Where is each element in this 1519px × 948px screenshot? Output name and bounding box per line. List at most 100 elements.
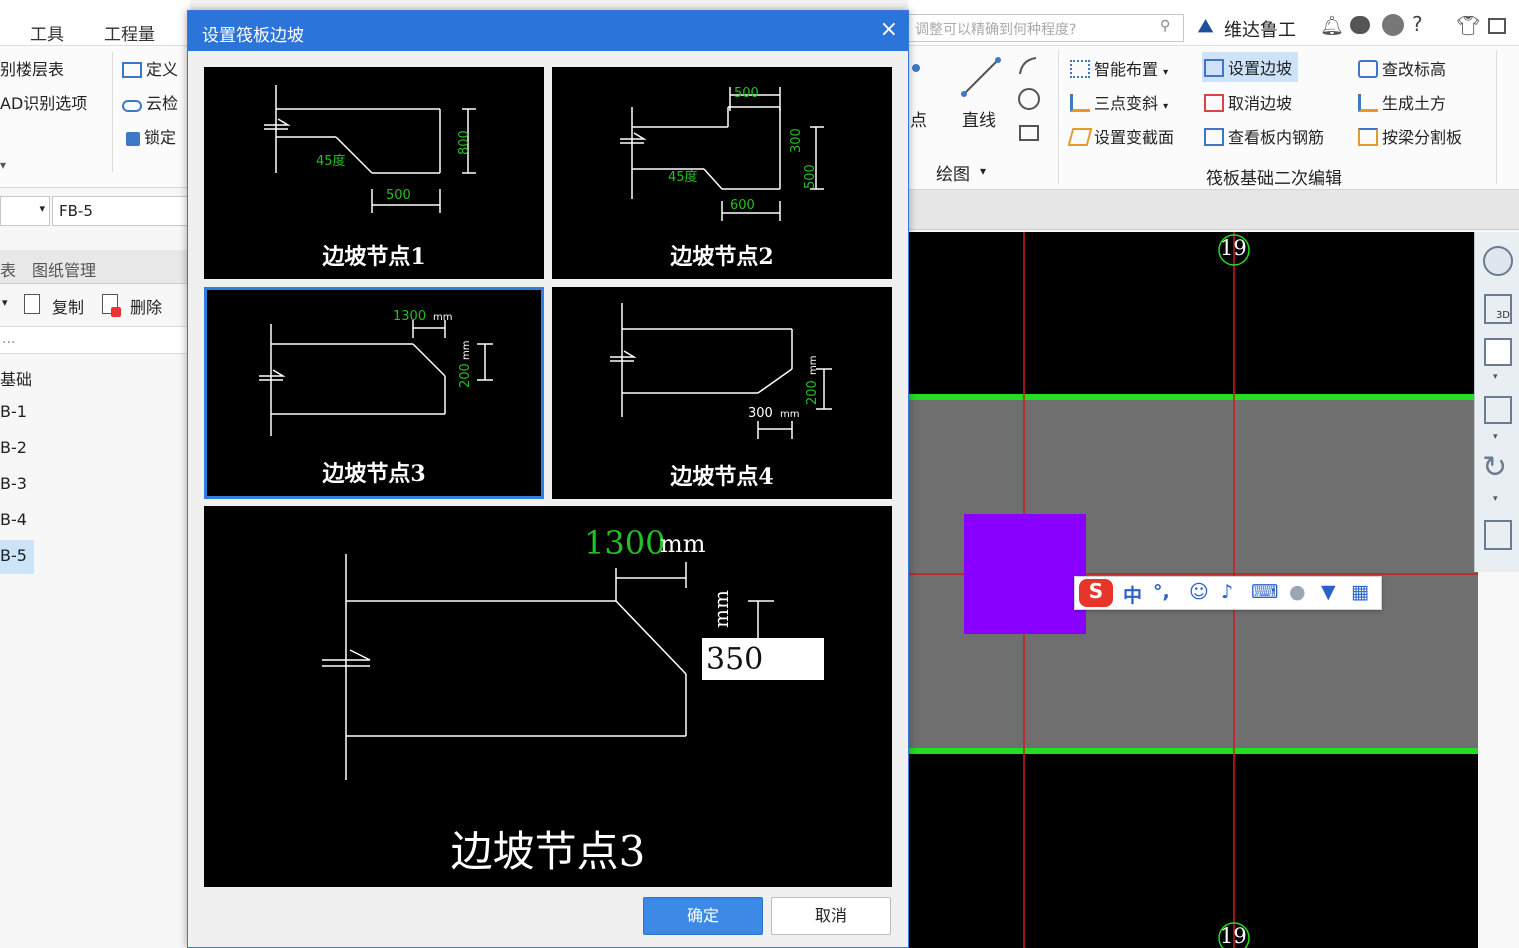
preview-width-unit: mm: [660, 530, 706, 558]
cancel-slope-button[interactable]: 取消边坡: [1204, 90, 1292, 114]
menu-tools[interactable]: 工具: [30, 20, 64, 45]
point-tool-icon: [912, 64, 920, 72]
ribbon-right: 点 直线 绘图 ▾ 智能布置 ▾ 三点变斜 ▾ 设置变截面 设置边坡 取消边坡 …: [908, 46, 1519, 190]
node-1-height-label: 800: [457, 130, 472, 155]
avatar-icon[interactable]: [1382, 14, 1404, 36]
rotate-icon[interactable]: ↻: [1482, 450, 1507, 485]
view-rebar-button[interactable]: 查看板内钢筋: [1204, 124, 1324, 148]
point-tool[interactable]: 点: [910, 106, 927, 131]
component-dropdown[interactable]: FB-5: [52, 196, 190, 226]
ime-skin-icon[interactable]: ▼: [1321, 581, 1336, 603]
lock-icon: [126, 132, 140, 146]
slope-height-input[interactable]: [702, 638, 824, 680]
floor-table-button[interactable]: 别楼层表: [0, 56, 64, 80]
slab-edge-top: [908, 394, 1478, 400]
node-4-height-unit: mm: [808, 356, 819, 375]
variable-section-label: 设置变截面: [1094, 128, 1175, 147]
cad-options-button[interactable]: AD识别选项: [0, 90, 87, 114]
tree-item-foundation[interactable]: 基础: [0, 360, 34, 394]
checklist-icon[interactable]: [1484, 520, 1512, 550]
close-icon[interactable]: ×: [880, 17, 898, 42]
three-point-slope-label: 三点变斜: [1094, 94, 1159, 113]
smart-layout-button[interactable]: 智能布置 ▾: [1070, 56, 1168, 80]
help-icon[interactable]: ?: [1412, 12, 1423, 36]
ime-emoji-icon[interactable]: ☺: [1189, 581, 1209, 603]
ime-user-icon[interactable]: ●: [1289, 581, 1306, 603]
arc-tools-icons[interactable]: [1016, 54, 1042, 144]
skin-shirt-icon[interactable]: 👕︎: [1456, 14, 1480, 37]
set-slope-button[interactable]: 设置边坡: [1202, 52, 1299, 82]
ime-voice-icon[interactable]: ♪: [1221, 581, 1233, 603]
node-4-width-unit: mm: [780, 409, 799, 420]
define-button[interactable]: 定义: [122, 56, 178, 80]
box-dropdown-arrow[interactable]: ▾: [1493, 432, 1498, 442]
left-app-panel: 工具 工程量 别楼层表 AD识别选项 定义 云检 锁定 ▾ ▾ FB-5 表 图…: [0, 0, 190, 948]
top-view-icon[interactable]: [1484, 338, 1512, 366]
ribbon-separator: [112, 52, 113, 172]
slope-node-1-option[interactable]: 800 45度 500 边坡节点1: [204, 67, 544, 279]
node-2-width-label: 600: [730, 198, 755, 213]
node-3-height-unit: mm: [461, 341, 472, 360]
smart-layout-icon: [1070, 60, 1090, 78]
tree-item-b5[interactable]: B-5: [0, 540, 34, 574]
view-3d-icon[interactable]: 3D: [1484, 294, 1512, 324]
type-dropdown[interactable]: ▾: [0, 196, 50, 226]
smart-layout-label: 智能布置: [1094, 60, 1159, 79]
copy-button[interactable]: 复制: [52, 294, 84, 318]
ok-button[interactable]: 确定: [643, 897, 763, 935]
chat-icon[interactable]: [1350, 16, 1370, 34]
cancel-slope-icon: [1204, 94, 1224, 112]
ime-punctuation-mode[interactable]: °,: [1153, 581, 1170, 603]
tree-item-b3[interactable]: B-3: [0, 468, 34, 502]
sogou-logo-icon[interactable]: S: [1079, 579, 1113, 607]
line-tool[interactable]: 直线: [962, 106, 996, 131]
orbit-icon[interactable]: [1483, 246, 1513, 276]
edit-elevation-button[interactable]: 查改标高: [1358, 56, 1446, 80]
three-point-slope-button[interactable]: 三点变斜 ▾: [1070, 90, 1168, 114]
node-2-angle-label: 45度: [668, 169, 698, 185]
ime-toolbar: S 中 °, ☺ ♪ ⌨ ● ▼ ▦: [1074, 576, 1382, 610]
tree-search-input[interactable]: ...: [0, 326, 190, 354]
delete-button[interactable]: 删除: [130, 294, 162, 318]
ribbon-left: 别楼层表 AD识别选项 定义 云检 锁定 ▾: [0, 46, 190, 188]
brand-logo-icon: ⛰: [1198, 16, 1214, 37]
tab-drawing-management[interactable]: 图纸管理: [32, 257, 96, 281]
purple-column-block: [964, 514, 1086, 634]
search-icon[interactable]: ⚲: [1160, 18, 1170, 34]
view-dropdown-arrow[interactable]: ▾: [1493, 372, 1498, 382]
restore-window-icon[interactable]: [1488, 18, 1506, 34]
brand-name[interactable]: 维达鲁工: [1224, 16, 1296, 42]
generate-earthwork-button[interactable]: 生成土方: [1358, 90, 1446, 114]
tree-item-b1[interactable]: B-1: [0, 396, 34, 430]
edit-elevation-label: 查改标高: [1382, 60, 1447, 79]
ime-tools-icon[interactable]: ▦: [1351, 581, 1369, 603]
view-tools-bar: 3D ▾ ▾ ↻ ▾: [1474, 232, 1519, 572]
tree-item-b2[interactable]: B-2: [0, 432, 34, 466]
menu-quantity[interactable]: 工程量: [104, 20, 155, 45]
box-view-icon[interactable]: [1484, 396, 1512, 424]
split-by-beam-label: 按梁分割板: [1382, 128, 1463, 147]
bell-icon[interactable]: 🔔︎: [1320, 14, 1344, 37]
variable-section-button[interactable]: 设置变截面: [1067, 124, 1175, 148]
new-dropdown-arrow[interactable]: ▾: [2, 296, 8, 309]
cancel-button[interactable]: 取消: [771, 897, 891, 935]
rotate-dropdown-arrow[interactable]: ▾: [1493, 494, 1498, 504]
ime-keyboard-icon[interactable]: ⌨: [1251, 581, 1278, 603]
split-by-beam-button[interactable]: 按梁分割板: [1358, 124, 1462, 148]
help-search-input[interactable]: 调整可以精确到何种程度?: [908, 14, 1184, 42]
cloud-check-button[interactable]: 云检: [122, 90, 178, 114]
slope-node-2-option[interactable]: 500 300 500 45度 600 边坡节点2: [552, 67, 892, 279]
draw-group-label[interactable]: 绘图: [936, 160, 970, 185]
slope-node-4-option[interactable]: 200 mm 300 mm 边坡节点4: [552, 287, 892, 499]
draw-group-arrow[interactable]: ▾: [980, 164, 986, 178]
lock-label: 锁定: [144, 128, 177, 147]
lock-button[interactable]: 锁定: [126, 124, 176, 148]
tab-table[interactable]: 表: [0, 257, 16, 281]
node-2-step-height-label: 300: [789, 128, 804, 153]
set-slope-label: 设置边坡: [1228, 59, 1293, 78]
right-app-area: 调整可以精确到何种程度? ⚲ ⛰ 维达鲁工 🔔︎ ? 👕︎ 点 直线 绘图 ▾ …: [908, 0, 1519, 948]
tree-item-b4[interactable]: B-4: [0, 504, 34, 538]
slope-node-3-option[interactable]: 1300 mm 200 mm 边坡节点3: [204, 287, 544, 499]
ime-chinese-mode[interactable]: 中: [1123, 581, 1142, 608]
ribbon-collapse-arrow[interactable]: ▾: [0, 158, 6, 172]
